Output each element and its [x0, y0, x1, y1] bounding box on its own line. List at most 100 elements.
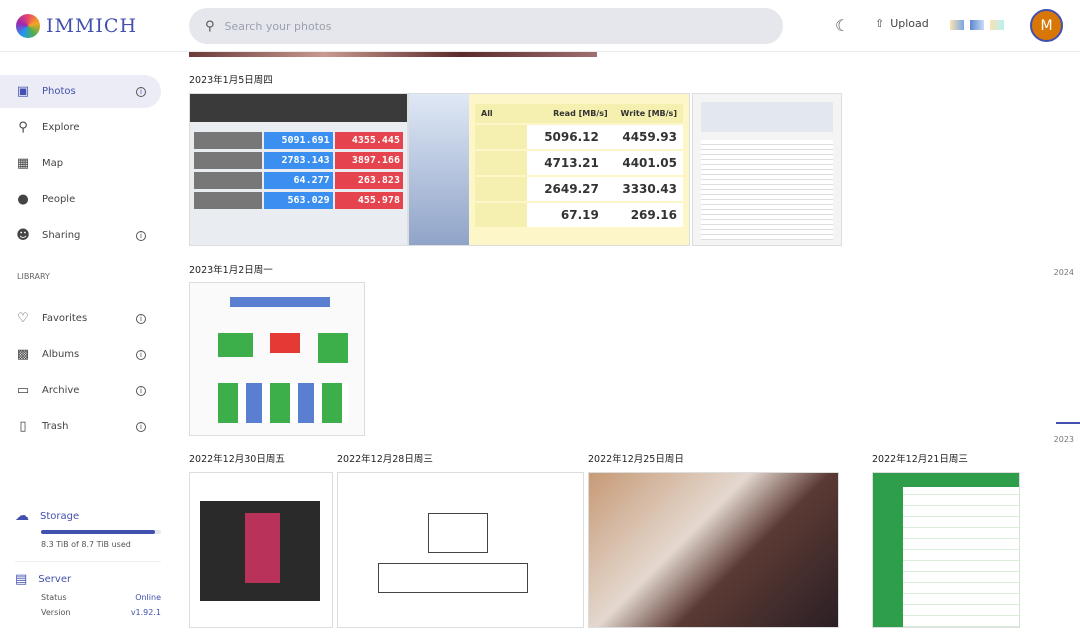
- search-icon: ⚲: [205, 18, 215, 34]
- sidebar-item-people[interactable]: ● People: [0, 183, 161, 216]
- server-version[interactable]: v1.92.1: [131, 608, 161, 617]
- storage-used-text: 8.3 TiB of 8.7 TiB used: [41, 540, 131, 549]
- date-group-heading: 2022年12月21日周三: [872, 454, 968, 465]
- sidebar-item-albums[interactable]: ▩ Albums i: [0, 338, 161, 371]
- date-group-heading: 2022年12月30日周五: [189, 454, 285, 465]
- benchmark-row: 2783.143 3897.166: [194, 152, 403, 169]
- write-value: 4355.445: [334, 132, 403, 149]
- upload-icon: ⇧: [875, 17, 885, 30]
- person-icon: ●: [17, 192, 29, 207]
- scrubber-year-label[interactable]: 2023: [1054, 435, 1074, 444]
- sidebar-item-label: Map: [42, 158, 64, 169]
- photo-thumbnail[interactable]: [337, 472, 584, 628]
- date-group-heading: 2022年12月25日周日: [588, 454, 684, 465]
- read-value: 67.19: [560, 208, 599, 222]
- library-heading: LIBRARY: [17, 272, 50, 281]
- scrubber-year-label[interactable]: 2024: [1054, 268, 1074, 277]
- read-value: 563.029: [264, 192, 333, 209]
- photo-thumbnail[interactable]: 5091.691 4355.445 2783.143 3897.166 64.277 26…: [189, 93, 408, 246]
- logo[interactable]: IMMICH: [16, 14, 137, 38]
- photo-thumbnail[interactable]: [189, 282, 365, 436]
- info-icon[interactable]: i: [136, 349, 146, 360]
- read-value: 4713.21: [544, 156, 599, 170]
- write-value: 269.16: [630, 208, 677, 222]
- photo-thumbnail[interactable]: [189, 52, 597, 57]
- sidebar-item-label: Archive: [42, 385, 80, 396]
- photo-thumbnail[interactable]: All Read [MB/s] Write [MB/s] 5096.12 4459.9…: [408, 93, 690, 246]
- app-name: IMMICH: [46, 15, 138, 37]
- photo-thumbnail[interactable]: [189, 472, 333, 628]
- sidebar-item-label: Explore: [42, 122, 80, 133]
- server-icon: ▤: [15, 572, 28, 587]
- cdm-row: 2649.27 3330.43: [475, 177, 683, 201]
- status-thumbnails: [950, 20, 1004, 30]
- cdm-row: 67.19 269.16: [475, 203, 683, 227]
- storage-title: Storage: [40, 510, 80, 522]
- sidebar-item-sharing[interactable]: ☻ Sharing i: [0, 219, 161, 252]
- archive-icon: ▭: [16, 383, 30, 398]
- storage-panel: ☁ Storage 8.3 TiB of 8.7 TiB used ▤ Server…: [15, 508, 161, 617]
- server-title: Server: [38, 574, 72, 585]
- photo-timeline: 2023年1月5日周四 5091.691 4355.445 2783.143 3897…: [175, 52, 1080, 636]
- sidebar-item-label: People: [42, 194, 76, 205]
- write-value: 4401.05: [622, 156, 677, 170]
- immich-logo-icon: [16, 14, 40, 38]
- write-value: 455.978: [334, 192, 403, 209]
- info-icon[interactable]: i: [136, 385, 146, 396]
- storage-bar: [41, 530, 161, 534]
- read-value: 5096.12: [544, 130, 599, 144]
- heart-icon: ♡: [17, 311, 29, 326]
- sidebar-item-label: Trash: [42, 421, 69, 432]
- info-icon[interactable]: i: [136, 86, 146, 97]
- sidebar-item-map[interactable]: ▦ Map: [0, 147, 161, 180]
- albums-icon: ▩: [16, 347, 30, 362]
- photo-thumbnail[interactable]: [872, 472, 1020, 628]
- avatar[interactable]: M: [1030, 9, 1063, 42]
- date-group-heading: 2023年1月5日周四: [189, 75, 273, 86]
- map-icon: ▦: [16, 156, 30, 171]
- sidebar-item-label: Photos: [42, 86, 76, 97]
- write-value: 3330.43: [622, 182, 677, 196]
- read-value: 64.277: [264, 172, 333, 189]
- dark-mode-moon-icon[interactable]: ☾: [835, 16, 849, 35]
- search-input[interactable]: [224, 19, 725, 33]
- photos-icon: ▣: [16, 84, 30, 99]
- sidebar-item-label: Albums: [42, 349, 80, 360]
- benchmark-row: 64.277 263.823: [194, 172, 403, 189]
- timeline-scrubber[interactable]: 2024 2023: [1050, 52, 1080, 636]
- cdm-row: 5096.12 4459.93: [475, 125, 683, 149]
- top-bar: IMMICH ⚲ ☾ ⇧ Upload M: [0, 0, 1080, 52]
- status-label: Status: [41, 593, 67, 602]
- sidebar-item-explore[interactable]: ⚲ Explore: [0, 111, 161, 144]
- benchmark-row: 5091.691 4355.445: [194, 132, 403, 149]
- date-group-heading: 2023年1月2日周一: [189, 265, 273, 276]
- search-icon: ⚲: [18, 120, 28, 135]
- sidebar-item-label: Sharing: [42, 230, 81, 241]
- cloud-icon: ☁: [15, 508, 29, 524]
- sharing-icon: ☻: [16, 228, 30, 243]
- upload-button[interactable]: ⇧ Upload: [875, 17, 929, 30]
- read-value: 2649.27: [544, 182, 599, 196]
- cdm-read-header: Read [MB/s]: [553, 109, 608, 118]
- search-bar[interactable]: ⚲: [189, 8, 783, 44]
- info-icon[interactable]: i: [136, 421, 146, 432]
- sidebar-item-archive[interactable]: ▭ Archive i: [0, 374, 161, 407]
- upload-label: Upload: [890, 17, 929, 30]
- date-group-heading: 2022年12月28日周三: [337, 454, 433, 465]
- scrubber-indicator[interactable]: [1056, 422, 1080, 424]
- sidebar-item-trash[interactable]: ▯ Trash i: [0, 410, 161, 443]
- write-value: 4459.93: [622, 130, 677, 144]
- sidebar-item-photos[interactable]: ▣ Photos i: [0, 75, 161, 108]
- read-value: 5091.691: [264, 132, 333, 149]
- photo-thumbnail[interactable]: [588, 472, 839, 628]
- read-value: 2783.143: [264, 152, 333, 169]
- server-status: Online: [135, 593, 161, 602]
- cdm-write-header: Write [MB/s]: [620, 109, 677, 118]
- info-icon[interactable]: i: [136, 313, 146, 324]
- sidebar-item-favorites[interactable]: ♡ Favorites i: [0, 302, 161, 335]
- write-value: 263.823: [334, 172, 403, 189]
- info-icon[interactable]: i: [136, 230, 146, 241]
- benchmark-row: 563.029 455.978: [194, 192, 403, 209]
- photo-thumbnail[interactable]: [692, 93, 842, 246]
- trash-icon: ▯: [19, 419, 27, 434]
